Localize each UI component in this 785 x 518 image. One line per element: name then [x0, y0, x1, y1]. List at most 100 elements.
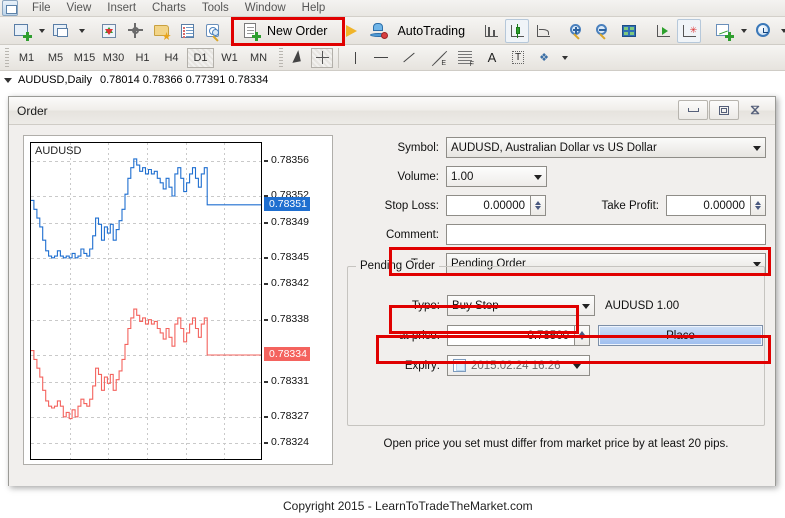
take-profit-input[interactable]: 0.00000: [666, 195, 751, 216]
app-logo-icon: [2, 0, 18, 16]
copyright-text: Copyright 2015 - LearnToTradeTheMarket.c…: [283, 499, 533, 513]
trendline-icon[interactable]: [396, 48, 422, 68]
drawtools-grip[interactable]: [279, 47, 283, 68]
navigator-icon[interactable]: [201, 19, 225, 43]
timeframe-h1[interactable]: H1: [129, 48, 156, 68]
menu-item-charts[interactable]: Charts: [144, 1, 194, 15]
y-axis-tick: 0.78338: [264, 312, 309, 325]
volume-label: Volume:: [397, 170, 439, 183]
equidistant-channel-icon[interactable]: E: [424, 48, 450, 68]
period-clock-icon[interactable]: [751, 19, 775, 43]
stop-loss-input[interactable]: 0.00000: [446, 195, 531, 216]
volume-select[interactable]: 1.00: [446, 166, 547, 187]
order-form: Symbol: AUDUSD, Australian Dollar vs US …: [347, 133, 767, 478]
text-box-icon[interactable]: T: [506, 48, 530, 68]
y-axis-tick: 0.78349: [264, 215, 309, 228]
timeframe-m15[interactable]: M15: [71, 48, 98, 68]
tick-chart-panel[interactable]: AUDUSD 0.78356 0.78352 0.78349 0.78345 0.783…: [23, 135, 333, 465]
place-button[interactable]: Place: [598, 325, 763, 346]
shapes-dropdown-icon[interactable]: [558, 46, 570, 70]
new-order-label[interactable]: New Order: [267, 24, 327, 38]
menu-item-window[interactable]: Window: [237, 1, 294, 15]
expiry-datetime-select[interactable]: 2015.02.24 16:26: [447, 355, 590, 376]
menu-item-help[interactable]: Help: [294, 1, 334, 15]
bar-chart-icon[interactable]: [479, 19, 503, 43]
at-price-stepper[interactable]: [575, 325, 590, 346]
zoom-in-icon[interactable]: [565, 19, 589, 43]
timeframe-mn[interactable]: MN: [245, 48, 272, 68]
new-order-icon[interactable]: [238, 19, 262, 43]
pending-type-select[interactable]: Buy Stop: [447, 295, 595, 316]
y-axis-tick: 0.78345: [264, 250, 309, 263]
auto-scroll-icon[interactable]: ✳: [677, 18, 702, 43]
timeframe-grip[interactable]: [5, 47, 9, 68]
menu-item-view[interactable]: View: [59, 1, 100, 15]
chart-ohlc-values: 0.78014 0.78366 0.77391 0.78334: [99, 74, 269, 86]
menu-bar: File View Insert Charts Tools Window Hel…: [0, 0, 785, 17]
tick-chart-y-axis: 0.78356 0.78352 0.78349 0.78345 0.78342 0.783…: [263, 142, 329, 460]
expert-advisor-icon[interactable]: [341, 19, 365, 43]
vertical-line-icon[interactable]: [344, 48, 366, 68]
tile-windows-dropdown-icon[interactable]: [75, 19, 87, 43]
pending-type-value: Buy Stop: [452, 299, 499, 312]
zoom-out-icon[interactable]: [591, 19, 615, 43]
tile-windows-icon[interactable]: [49, 19, 73, 43]
timeframe-m30[interactable]: M30: [100, 48, 127, 68]
data-window-icon[interactable]: [175, 19, 199, 43]
y-axis-tick: 0.78356: [264, 153, 309, 166]
period-dropdown-icon[interactable]: [777, 19, 785, 43]
close-button[interactable]: ⧖: [740, 100, 770, 120]
pending-symbol-volume: AUDUSD 1.00: [605, 299, 680, 312]
take-profit-stepper[interactable]: [751, 195, 766, 216]
order-dialog[interactable]: Order ⧖ AUDUSD 0.78356 0.78352 0.78349 0.78…: [8, 96, 776, 486]
autotrading-icon[interactable]: [367, 19, 391, 43]
tick-chart-symbol-label: AUDUSD: [35, 145, 82, 157]
crosshair-tool-icon[interactable]: [311, 47, 333, 68]
new-template-icon[interactable]: [711, 19, 735, 43]
timeframe-m1[interactable]: M1: [13, 48, 40, 68]
autotrading-label[interactable]: AutoTrading: [397, 24, 465, 38]
fibonacci-icon[interactable]: F: [452, 48, 478, 68]
timeframe-m5[interactable]: M5: [42, 48, 69, 68]
minimize-button[interactable]: [678, 100, 708, 120]
cursor-icon[interactable]: [287, 48, 309, 68]
comment-input[interactable]: [446, 224, 766, 245]
restore-button[interactable]: [709, 100, 739, 120]
dialog-title-bar[interactable]: Order ⧖: [9, 97, 775, 125]
dialog-window-buttons: ⧖: [677, 100, 770, 120]
new-template-dropdown-icon[interactable]: [737, 19, 749, 43]
menu-item-insert[interactable]: Insert: [99, 1, 144, 15]
symbol-value: AUDUSD, Australian Dollar vs US Dollar: [451, 141, 657, 154]
chart-shift-icon[interactable]: [651, 19, 675, 43]
favorites-folder-icon[interactable]: ★: [149, 19, 173, 43]
horizontal-line-icon[interactable]: [368, 48, 394, 68]
expiry-label: Expiry:: [404, 359, 440, 372]
order-warning-text: Open price you set must differ from mark…: [383, 438, 729, 450]
stop-loss-stepper[interactable]: [531, 195, 546, 216]
symbol-label: Symbol:: [397, 141, 439, 154]
comment-label: Comment:: [385, 228, 439, 241]
menu-item-tools[interactable]: Tools: [194, 1, 237, 15]
y-axis-tick: 0.78324: [264, 436, 309, 449]
chart-collapse-icon[interactable]: [4, 77, 12, 83]
menu-item-file[interactable]: File: [24, 1, 59, 15]
line-chart-icon[interactable]: [531, 19, 555, 43]
expiry-checkbox[interactable]: [453, 359, 466, 372]
at-price-input[interactable]: 0.78500: [447, 325, 575, 346]
pending-type-label: Type:: [411, 299, 440, 312]
tile-grid-icon[interactable]: [617, 19, 641, 43]
timeframe-d1[interactable]: D1: [187, 47, 214, 68]
shapes-icon[interactable]: ❖: [532, 48, 556, 68]
new-chart-icon[interactable]: [9, 19, 33, 43]
stop-loss-label: Stop Loss:: [384, 199, 439, 212]
chart-info-bar: AUDUSD,Daily 0.78014 0.78366 0.77391 0.7…: [0, 71, 785, 89]
new-chart-dropdown-icon[interactable]: [35, 19, 47, 43]
crosshair-icon[interactable]: [123, 19, 147, 43]
candlestick-chart-icon[interactable]: [505, 18, 530, 43]
timeframe-h4[interactable]: H4: [158, 48, 185, 68]
symbol-select[interactable]: AUDUSD, Australian Dollar vs US Dollar: [446, 137, 766, 158]
text-label-icon[interactable]: A: [480, 48, 504, 68]
pending-order-group: Pending Order Type: Buy Stop AUDUSD 1.00…: [347, 260, 765, 426]
market-watch-icon[interactable]: [97, 19, 121, 43]
timeframe-w1[interactable]: W1: [216, 48, 243, 68]
